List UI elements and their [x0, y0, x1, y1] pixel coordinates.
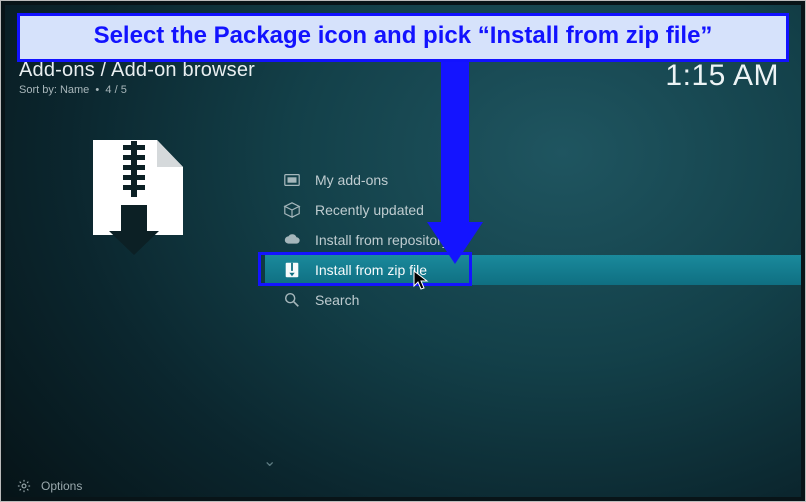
menu-item-install-from-repository[interactable]: Install from repository: [265, 225, 801, 255]
menu-item-label: My add-ons: [315, 172, 388, 188]
menu-item-label: Search: [315, 292, 359, 308]
instruction-text: Select the Package icon and pick “Instal…: [94, 22, 713, 49]
menu-item-install-from-zip-file[interactable]: Install from zip file: [265, 255, 801, 285]
menu-item-label: Recently updated: [315, 202, 424, 218]
search-icon: [283, 291, 301, 309]
clock: 1:15 AM: [665, 59, 779, 93]
options-button[interactable]: Options: [41, 479, 82, 493]
package-zip-icon: [73, 135, 193, 255]
menu-item-recently-updated[interactable]: Recently updated: [265, 195, 801, 225]
chevron-down-icon: ⌄: [263, 451, 276, 471]
menu-item-my-addons[interactable]: My add-ons: [265, 165, 801, 195]
addon-menu: My add-ons Recently updated Install from…: [265, 165, 801, 315]
gear-icon[interactable]: [17, 479, 31, 493]
menu-item-label: Install from repository: [315, 232, 449, 248]
left-graphic-pane: [5, 57, 245, 477]
cloud-icon: [283, 231, 301, 249]
footer: Options: [5, 475, 801, 497]
menu-item-search[interactable]: Search: [265, 285, 801, 315]
box-icon: [283, 201, 301, 219]
zip-icon: [283, 261, 301, 279]
addons-icon: [283, 171, 301, 189]
menu-item-label: Install from zip file: [315, 262, 427, 278]
instruction-banner: Select the Package icon and pick “Instal…: [17, 13, 789, 62]
